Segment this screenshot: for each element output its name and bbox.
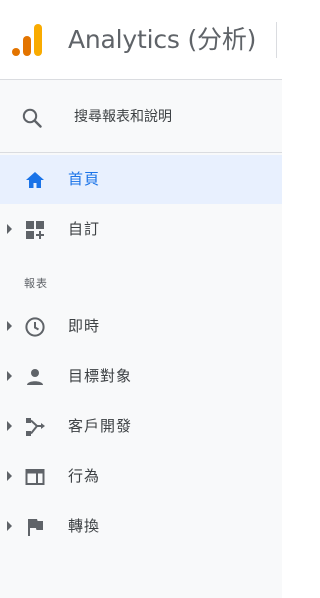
sidebar-nav: 搜尋報表和說明 首頁 自訂 報表 即時 目標對象 客戶開發 行為 轉換 [0,80,282,598]
nav-item-acquisition[interactable]: 客戶開發 [0,402,282,451]
nav-item-conversions-label: 轉換 [68,517,101,535]
nav-item-home-label: 首頁 [68,170,101,188]
nav-item-realtime-label: 即時 [68,317,101,335]
search-icon [22,108,42,128]
dashboard-add-icon [26,221,44,239]
expand-caret-icon[interactable] [7,371,12,381]
app-title: Analytics (分析) [68,25,257,54]
nav-item-behavior-label: 行為 [68,467,101,485]
search-reports-button[interactable]: 搜尋報表和說明 [0,80,282,153]
nav-item-audience-label: 目標對象 [68,367,133,385]
home-icon [26,172,44,188]
analytics-logo-icon[interactable] [10,22,46,58]
nav-item-conversions[interactable]: 轉換 [0,502,282,551]
nav-item-realtime[interactable]: 即時 [0,302,282,351]
app-header: Analytics (分析) [0,0,282,80]
header-divider [276,22,277,58]
nav-item-customization-label: 自訂 [68,220,101,238]
section-label-reports: 報表 [24,277,48,290]
nav-item-acquisition-label: 客戶開發 [68,417,133,435]
acquisition-icon [26,418,45,436]
expand-caret-icon[interactable] [7,224,12,234]
expand-caret-icon[interactable] [7,471,12,481]
behavior-window-icon [25,469,45,485]
expand-caret-icon[interactable] [7,521,12,531]
nav-item-customization[interactable]: 自訂 [0,205,282,254]
expand-caret-icon[interactable] [7,421,12,431]
expand-caret-icon[interactable] [7,321,12,331]
person-icon [27,369,43,385]
clock-icon [25,317,45,337]
nav-item-home[interactable]: 首頁 [0,155,282,204]
nav-item-audience[interactable]: 目標對象 [0,352,282,401]
flag-icon [28,519,43,536]
nav-item-behavior[interactable]: 行為 [0,452,282,501]
search-label: 搜尋報表和說明 [74,109,172,125]
